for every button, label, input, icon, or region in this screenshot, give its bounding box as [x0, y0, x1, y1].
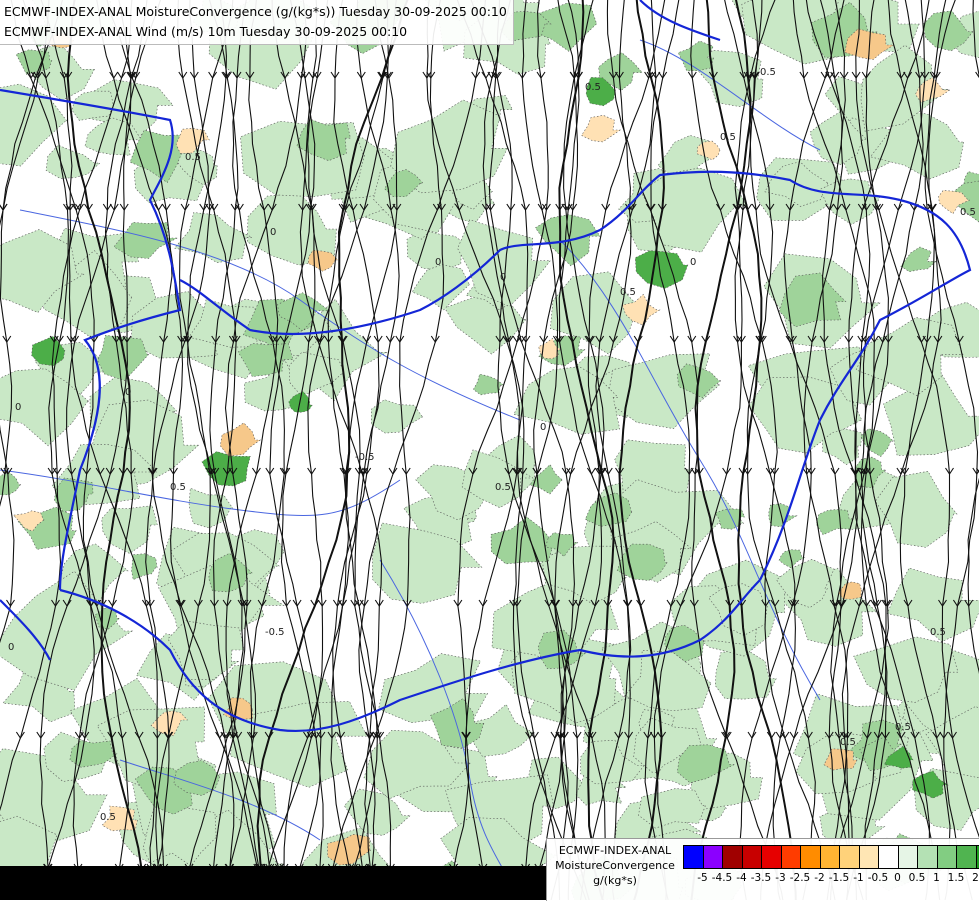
color-legend: ECMWF-INDEX-ANAL MoistureConvergence g/(…	[546, 838, 979, 901]
contour-label: 0.5	[760, 67, 776, 78]
legend-tick-label: -2.5	[790, 872, 811, 884]
legend-tick-label: -0.5	[868, 872, 889, 884]
header-line-moisture: ECMWF-INDEX-ANAL MoistureConvergence (g/…	[4, 2, 507, 22]
contour-label: 0.5	[960, 207, 976, 218]
legend-scale: -5 -4.5-4 -3.5-3 -2.5-2 -1.5-1 -0.5 0 0.5 1 1.5 2	[683, 845, 979, 888]
legend-swatch	[723, 846, 743, 868]
legend-tick-label: -3.5	[751, 872, 772, 884]
legend-title-line: ECMWF-INDEX-ANAL	[550, 843, 680, 858]
legend-tick-label: 1.5	[948, 872, 965, 884]
legend-tick-label: 1	[933, 872, 940, 884]
legend-swatch	[957, 846, 977, 868]
contour-label: -0.5	[355, 452, 375, 463]
legend-swatch	[704, 846, 724, 868]
legend-swatch	[879, 846, 899, 868]
legend-tick-label: -4	[736, 872, 746, 884]
legend-title-line: g/(kg*s)	[550, 873, 680, 888]
contour-label: 0.5	[895, 722, 911, 733]
contour-label: 0.5	[185, 152, 201, 163]
footer-bar	[0, 866, 546, 900]
legend-swatch	[860, 846, 880, 868]
contour-label: 0	[540, 422, 546, 433]
legend-tick-label: 0	[894, 872, 901, 884]
legend-ticks: -5 -4.5-4 -3.5-3 -2.5-2 -1.5-1 -0.5 0 0.5 1 1.5 2	[683, 872, 979, 888]
legend-swatch	[743, 846, 763, 868]
header-line-wind: ECMWF-INDEX-ANAL Wind (m/s) 10m Tuesday …	[4, 22, 507, 42]
contour-label: 0	[435, 257, 441, 268]
legend-swatches	[683, 845, 979, 869]
contour-label: 0	[15, 402, 21, 413]
legend-swatch	[801, 846, 821, 868]
legend-title-line: MoistureConvergence	[550, 858, 680, 873]
contour-label: 0	[500, 272, 506, 283]
contour-label: 0.5	[495, 482, 511, 493]
legend-tick-label: -2	[814, 872, 824, 884]
contour-label: 0.5	[100, 812, 116, 823]
legend-swatch	[684, 846, 704, 868]
contour-label: 0.5	[840, 737, 856, 748]
legend-tick-label: 2	[972, 872, 979, 884]
legend-tick-label: -5	[697, 872, 707, 884]
legend-swatch	[762, 846, 782, 868]
legend-swatch	[918, 846, 938, 868]
legend-tick-label: -1	[853, 872, 863, 884]
contour-label: -0.5	[265, 627, 285, 638]
legend-tick-label: 0.5	[909, 872, 926, 884]
contour-label: 0	[690, 257, 696, 268]
contour-label: 0	[8, 642, 14, 653]
contour-label: 0.5	[170, 482, 186, 493]
weather-map: 0.5 0 0.5 0 0.5 0 -0.5 0.5 0 0.5 0 0.5 0.5 0 0.5 -0.5 0.…	[0, 0, 979, 900]
contour-label: 0.5	[720, 132, 736, 143]
legend-swatch	[821, 846, 841, 868]
legend-tick-label: -1.5	[829, 872, 850, 884]
legend-swatch	[782, 846, 802, 868]
legend-swatch	[938, 846, 958, 868]
legend-title: ECMWF-INDEX-ANAL MoistureConvergence g/(…	[550, 843, 680, 888]
contour-label: 0.5	[620, 287, 636, 298]
legend-tick-label: -4.5	[712, 872, 733, 884]
legend-swatch	[840, 846, 860, 868]
contour-label: 0.5	[930, 627, 946, 638]
contour-label: 0	[125, 387, 131, 398]
contour-label: 0	[270, 227, 276, 238]
contour-label: 0.5	[585, 82, 601, 93]
legend-swatch	[899, 846, 919, 868]
legend-tick-label: -3	[775, 872, 785, 884]
map-header: ECMWF-INDEX-ANAL MoistureConvergence (g/…	[0, 0, 514, 45]
